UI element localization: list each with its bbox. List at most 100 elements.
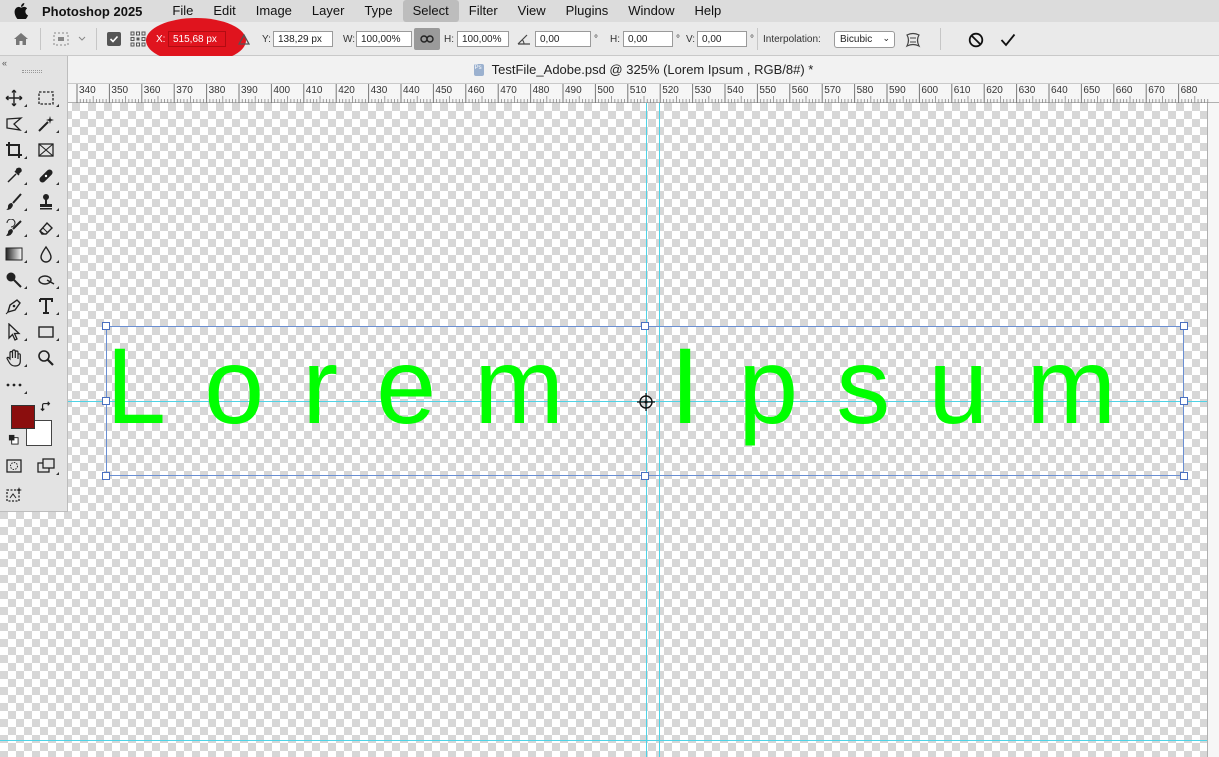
guide-horizontal[interactable] <box>0 740 1207 741</box>
ruler-label: 500 <box>597 85 614 96</box>
apple-icon[interactable] <box>0 0 42 22</box>
rectangle-tool-icon[interactable] <box>35 321 59 343</box>
ruler-label: 530 <box>695 85 712 96</box>
dodge-tool-icon[interactable] <box>3 269 27 291</box>
chevron-down-icon: ⌄ <box>882 33 890 43</box>
menu-window[interactable]: Window <box>618 0 684 22</box>
blur-tool-icon[interactable] <box>35 243 59 265</box>
ruler-label: 600 <box>921 85 938 96</box>
transform-handle-tr[interactable] <box>1180 322 1188 330</box>
transform-handle-tl[interactable] <box>102 322 110 330</box>
screen-mode-icon[interactable] <box>35 455 59 477</box>
lasso-tool-icon[interactable] <box>3 113 27 135</box>
relative-position-icon[interactable] <box>236 32 252 46</box>
swap-colors-icon[interactable] <box>39 400 53 414</box>
ruler-label: 360 <box>144 85 161 96</box>
link-icon[interactable] <box>414 28 440 50</box>
transform-handle-tc[interactable] <box>641 322 649 330</box>
vertical-ruler[interactable] <box>1207 103 1219 757</box>
interpolation-dropdown[interactable]: Bicubic ⌄ <box>834 31 895 48</box>
magic-wand-tool-icon[interactable] <box>35 113 59 135</box>
frame-tool-icon[interactable] <box>35 139 57 161</box>
marquee-tool-icon[interactable] <box>35 87 59 109</box>
interpolation-label: Interpolation: <box>763 34 821 45</box>
document-tab[interactable]: TestFile_Adobe.psd @ 325% (Lorem Ipsum ,… <box>68 56 1219 84</box>
eraser-tool-icon[interactable] <box>35 217 59 239</box>
default-colors-icon[interactable] <box>7 433 19 445</box>
smudge-tool-icon[interactable] <box>35 269 59 291</box>
menu-layer[interactable]: Layer <box>302 0 355 22</box>
y-position-field[interactable] <box>273 31 333 47</box>
history-brush-tool-icon[interactable] <box>3 217 27 239</box>
clone-stamp-tool-icon[interactable] <box>35 191 59 213</box>
ruler-label: 480 <box>533 85 550 96</box>
eyedropper-tool-icon[interactable] <box>3 165 27 187</box>
v-skew-field[interactable] <box>697 31 747 47</box>
options-bar: X: Y: W: H: ° H: ° V: ° Interpolation: B… <box>0 18 1219 63</box>
hand-tool-icon[interactable] <box>3 347 27 369</box>
ruler-label: 680 <box>1181 85 1198 96</box>
h-skew-field[interactable] <box>623 31 673 47</box>
type-tool-icon[interactable] <box>35 295 59 317</box>
transform-handle-br[interactable] <box>1180 472 1188 480</box>
ruler-label: 590 <box>889 85 906 96</box>
menu-help[interactable]: Help <box>685 0 732 22</box>
transform-handle-mr[interactable] <box>1180 397 1188 405</box>
more-tools-icon[interactable] <box>3 374 27 396</box>
document-title: TestFile_Adobe.psd @ 325% (Lorem Ipsum ,… <box>491 62 814 77</box>
x-label: X: <box>156 34 166 45</box>
transform-handle-ml[interactable] <box>102 397 110 405</box>
width-label: W: <box>343 34 356 45</box>
pen-tool-icon[interactable] <box>3 295 27 317</box>
pivot-point-icon[interactable] <box>637 393 655 411</box>
menu-image[interactable]: Image <box>246 0 302 22</box>
ruler-label: 450 <box>435 85 452 96</box>
menu-select[interactable]: Select <box>402 0 459 22</box>
height-label: H: <box>444 34 454 45</box>
cancel-transform-icon[interactable] <box>966 31 986 49</box>
menu-filter[interactable]: Filter <box>459 0 508 22</box>
transform-handle-bc[interactable] <box>641 472 649 480</box>
move-tool-icon[interactable] <box>3 87 27 109</box>
v-skew-unit: ° <box>750 34 754 45</box>
ruler-label: 640 <box>1051 85 1068 96</box>
healing-brush-tool-icon[interactable] <box>35 165 59 187</box>
menu-view[interactable]: View <box>508 0 556 22</box>
interpolation-value: Bicubic <box>840 34 873 45</box>
warp-icon[interactable] <box>903 30 923 50</box>
y-label: Y: <box>262 34 271 45</box>
ruler-label: 440 <box>403 85 420 96</box>
commit-transform-icon[interactable] <box>998 31 1018 49</box>
path-selection-tool-icon[interactable] <box>3 321 27 343</box>
x-position-field[interactable] <box>168 31 226 47</box>
height-field[interactable] <box>457 31 509 47</box>
brush-tool-icon[interactable] <box>3 191 27 213</box>
ruler-label: 400 <box>273 85 290 96</box>
menu-plugins[interactable]: Plugins <box>556 0 619 22</box>
horizontal-ruler[interactable]: 340 350 360 370 380 390 400 410 420 430 440 450 460 4… <box>68 84 1219 103</box>
foreground-color-swatch[interactable] <box>11 405 35 429</box>
app-name[interactable]: Photoshop 2025 <box>42 4 142 19</box>
gradient-tool-icon[interactable] <box>3 243 27 265</box>
collapse-toolbox-icon[interactable]: « <box>2 58 7 68</box>
ruler-label: 660 <box>1116 85 1133 96</box>
reference-point-grid-icon[interactable] <box>130 31 146 47</box>
generative-edit-icon[interactable] <box>3 484 25 506</box>
quick-mask-icon[interactable] <box>3 455 25 477</box>
ruler-label: 430 <box>371 85 388 96</box>
zoom-tool-icon[interactable] <box>35 347 57 369</box>
ruler-label: 510 <box>630 85 647 96</box>
ruler-label: 630 <box>1019 85 1036 96</box>
home-icon[interactable] <box>12 31 30 47</box>
menu-type[interactable]: Type <box>354 0 402 22</box>
toolbox-grip[interactable] <box>22 70 42 73</box>
crop-tool-icon[interactable] <box>3 139 27 161</box>
ruler-label: 410 <box>306 85 323 96</box>
ruler-label: 540 <box>727 85 744 96</box>
transform-preset-icon[interactable] <box>52 31 88 47</box>
psd-file-icon <box>473 63 484 76</box>
transform-handle-bl[interactable] <box>102 472 110 480</box>
rotate-angle-field[interactable] <box>535 31 591 47</box>
width-field[interactable] <box>356 31 412 47</box>
reference-point-checkbox[interactable] <box>107 32 121 46</box>
